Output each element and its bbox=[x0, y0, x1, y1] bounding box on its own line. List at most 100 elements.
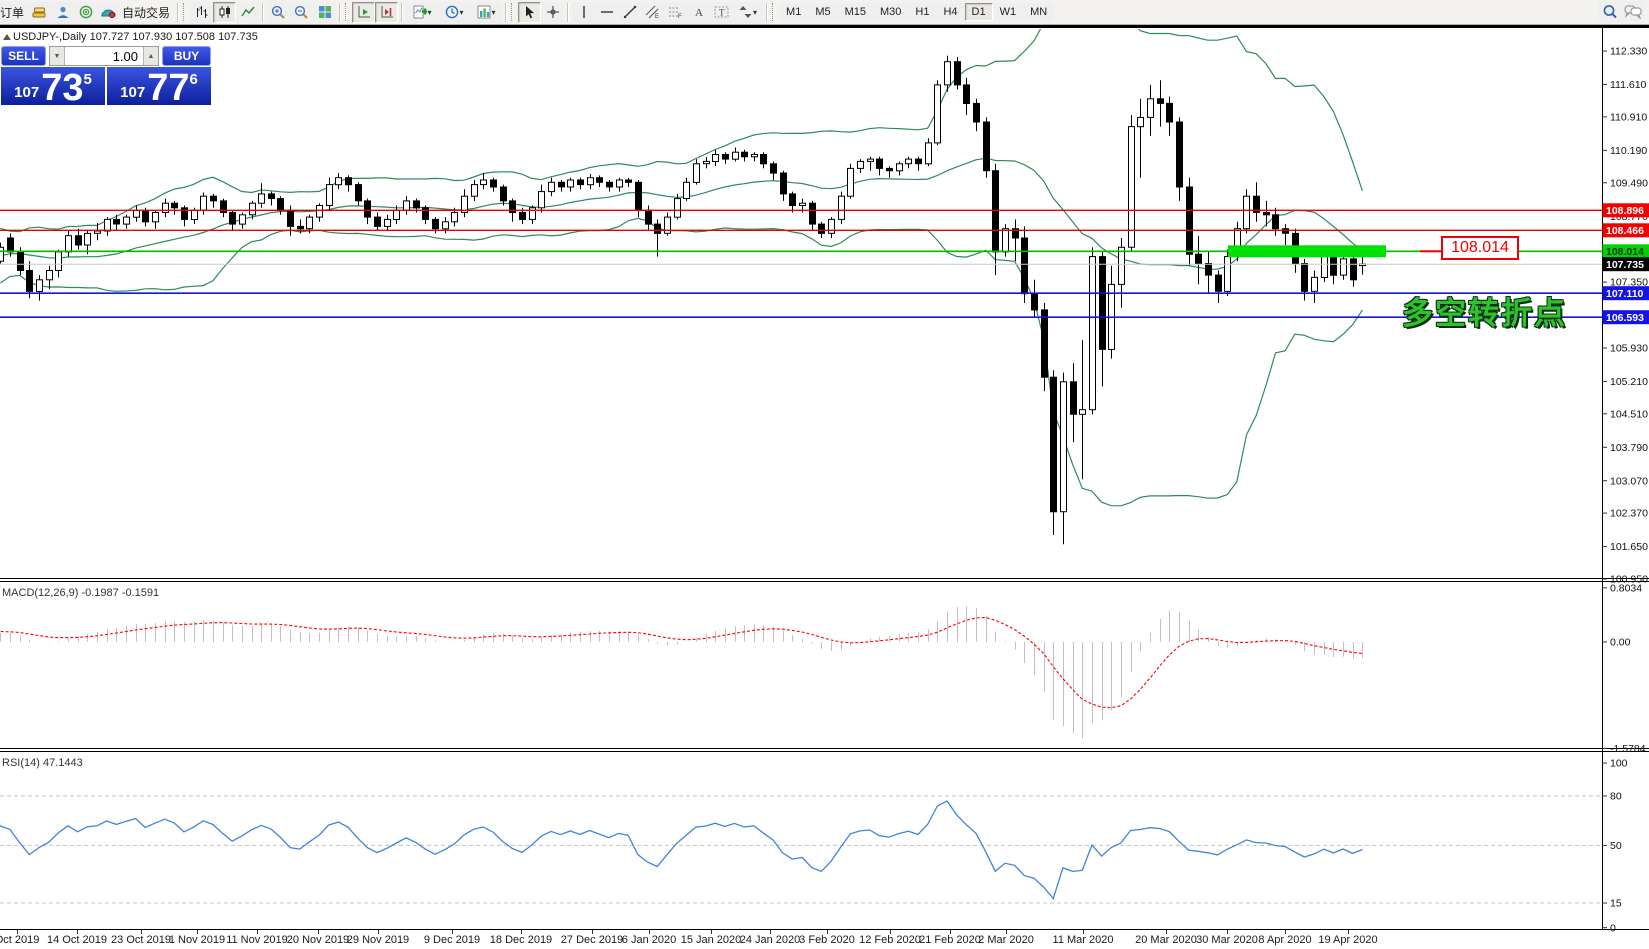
candle bbox=[182, 208, 188, 220]
macd-layer bbox=[0, 606, 1362, 738]
indicators-button[interactable]: ▾ bbox=[406, 2, 438, 23]
price-highlight-value: 108.466 bbox=[1606, 225, 1644, 237]
candle bbox=[346, 178, 352, 185]
timeframe-mn[interactable]: MN bbox=[1023, 3, 1054, 21]
text-label-tool-button[interactable]: T bbox=[710, 2, 733, 23]
timeframe-w1[interactable]: W1 bbox=[993, 3, 1024, 21]
sell-price-box[interactable]: 107 73 5 bbox=[1, 67, 105, 105]
periods-button[interactable]: ▾ bbox=[438, 2, 470, 23]
date-tick-label: 2 Mar 2020 bbox=[978, 934, 1034, 946]
candle bbox=[481, 180, 487, 185]
timeframe-m5[interactable]: M5 bbox=[808, 3, 837, 21]
vertical-line-tool-button[interactable] bbox=[572, 2, 595, 23]
bar-chart-icon-button[interactable] bbox=[190, 2, 213, 23]
candle bbox=[394, 210, 400, 219]
templates-button[interactable]: ▾ bbox=[470, 2, 502, 23]
volume-control: ▼ 1.00 ▲ bbox=[49, 46, 159, 66]
arrows-tool-button[interactable]: ▾ bbox=[733, 2, 763, 23]
buy-price-box[interactable]: 107 77 6 bbox=[107, 67, 211, 105]
timeframe-h1[interactable]: H1 bbox=[908, 3, 936, 21]
crosshair-button[interactable] bbox=[541, 2, 564, 23]
buy-price-figure: 107 bbox=[120, 85, 145, 100]
candle bbox=[336, 178, 342, 185]
timeframe-m30[interactable]: M30 bbox=[873, 3, 908, 21]
gold-order-icon-button[interactable] bbox=[28, 2, 51, 23]
timeframe-h4[interactable]: H4 bbox=[936, 3, 964, 21]
candle bbox=[414, 201, 420, 208]
auto-scroll-button[interactable] bbox=[352, 2, 375, 23]
svg-text:A: A bbox=[695, 7, 703, 19]
date-tick-label: Oct 2019 bbox=[0, 934, 39, 946]
buy-button[interactable]: BUY bbox=[162, 46, 211, 66]
autotrading-icon-button[interactable] bbox=[97, 2, 120, 23]
candle bbox=[153, 213, 159, 222]
date-tick-label: 20 Nov 2019 bbox=[287, 934, 349, 946]
candle bbox=[906, 159, 912, 164]
candle bbox=[1022, 238, 1028, 294]
candle bbox=[790, 194, 796, 206]
toolbar-grip bbox=[511, 3, 515, 21]
search-button[interactable] bbox=[1598, 1, 1621, 22]
trendline-tool-button[interactable] bbox=[618, 2, 641, 23]
toolbar-grip bbox=[345, 3, 349, 21]
channel-tool-button[interactable]: E bbox=[641, 2, 664, 23]
zoom-in-button[interactable] bbox=[267, 2, 290, 23]
candle bbox=[655, 224, 661, 233]
candlestick-chart-icon-button[interactable] bbox=[213, 2, 236, 23]
volume-increase-button[interactable]: ▲ bbox=[143, 47, 158, 65]
chart-canvas[interactable]: 112.330111.610110.910110.190109.490108.7… bbox=[0, 0, 1649, 949]
candle bbox=[1312, 277, 1318, 291]
candle bbox=[723, 155, 729, 160]
fibonacci-tool-button[interactable]: F bbox=[664, 2, 687, 23]
volume-decrease-button[interactable]: ▼ bbox=[50, 47, 65, 65]
cursor-button[interactable] bbox=[518, 2, 541, 23]
candle bbox=[1351, 259, 1357, 280]
timeframe-m15[interactable]: M15 bbox=[838, 3, 873, 21]
candle bbox=[800, 203, 806, 205]
candle bbox=[1225, 257, 1231, 292]
price-axis-layer: 112.330111.610110.910110.190109.490108.7… bbox=[1602, 46, 1649, 935]
candle bbox=[549, 182, 555, 191]
macd-tick-label: 0.8034 bbox=[1610, 582, 1642, 594]
volume-input[interactable]: 1.00 bbox=[65, 47, 143, 65]
new-order-button[interactable]: 订单 bbox=[0, 2, 28, 23]
candle bbox=[37, 280, 43, 292]
signal-icon-button[interactable] bbox=[74, 2, 97, 23]
date-tick-label: 11 Nov 2019 bbox=[226, 934, 288, 946]
zoom-in-icon bbox=[271, 5, 286, 20]
candle bbox=[897, 164, 903, 171]
chat-button[interactable] bbox=[1621, 1, 1644, 22]
price-tick-label: 103.790 bbox=[1610, 442, 1648, 454]
date-tick-label: 3 Feb 2020 bbox=[799, 934, 855, 946]
line-chart-icon-button[interactable] bbox=[236, 2, 259, 23]
zoom-out-button[interactable] bbox=[290, 2, 313, 23]
candle bbox=[1080, 410, 1086, 415]
date-axis-layer: Oct 201914 Oct 201923 Oct 20191 Nov 2019… bbox=[0, 930, 1378, 946]
candle bbox=[76, 236, 82, 245]
candle bbox=[1322, 257, 1328, 278]
sell-button[interactable]: SELL bbox=[1, 46, 46, 66]
candle bbox=[597, 178, 603, 183]
gold-icon bbox=[32, 5, 47, 19]
community-icon-button[interactable] bbox=[51, 2, 74, 23]
candle bbox=[201, 196, 207, 210]
text-tool-button[interactable]: A bbox=[687, 2, 710, 23]
candle bbox=[916, 159, 922, 164]
chart-shift-button[interactable] bbox=[375, 2, 398, 23]
candle bbox=[761, 155, 767, 164]
fibonacci-icon: F bbox=[668, 5, 683, 19]
price-tick-label: 105.210 bbox=[1610, 376, 1648, 388]
candle bbox=[105, 219, 111, 231]
candle bbox=[1331, 257, 1337, 276]
search-icon bbox=[1602, 4, 1618, 20]
candle bbox=[993, 171, 999, 252]
candle bbox=[124, 217, 130, 224]
timeframe-d1[interactable]: D1 bbox=[965, 3, 993, 21]
timeframe-m1[interactable]: M1 bbox=[779, 3, 808, 21]
candle bbox=[713, 155, 719, 162]
horizontal-line-tool-button[interactable] bbox=[595, 2, 618, 23]
clock-icon bbox=[445, 5, 459, 19]
date-tick-label: 12 Feb 2020 bbox=[859, 934, 921, 946]
candle bbox=[974, 103, 980, 122]
tile-windows-button[interactable] bbox=[313, 2, 336, 23]
